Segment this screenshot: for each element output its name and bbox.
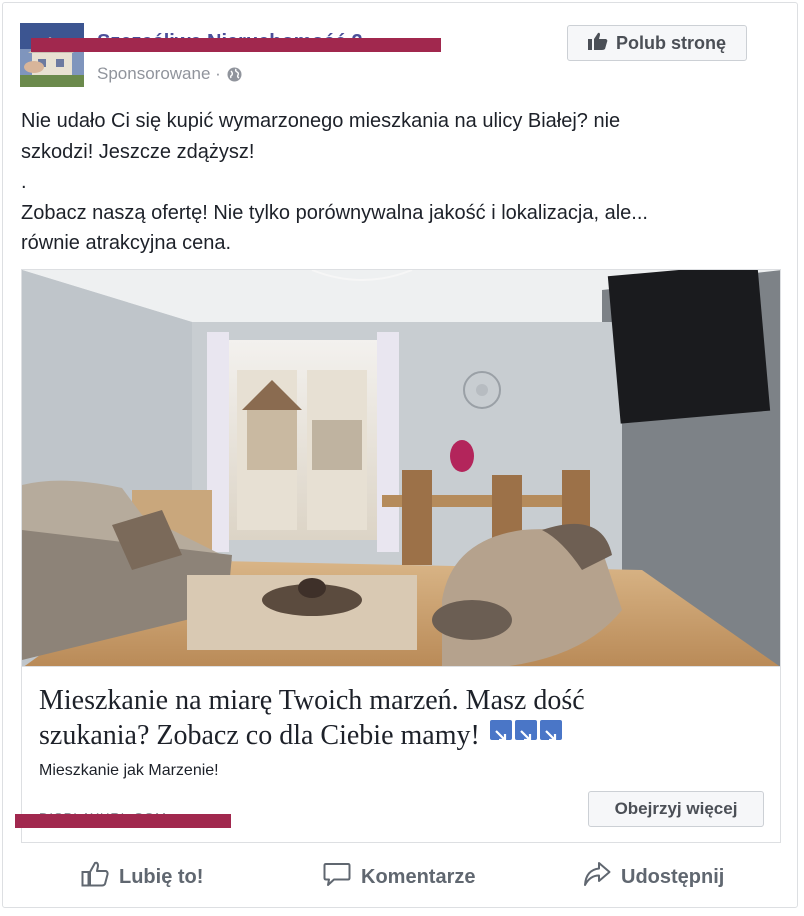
post-text-line: Zobacz naszą ofertę! Nie tylko porównywa… (21, 201, 648, 224)
post-text-line: równie atrakcyjna cena. (21, 232, 232, 254)
arrow-down-right-icon (514, 720, 537, 742)
redaction-bar (31, 38, 441, 52)
globe-icon (227, 67, 242, 82)
headline-line-1: Mieszkanie na miarę Twoich marzeń. Masz … (39, 685, 585, 716)
post-text-line: Nie udało Ci się kupić wymarzonego miesz… (21, 110, 621, 132)
sponsored-label-row: Sponsorowane · (97, 64, 242, 84)
thumbs-up-icon (587, 32, 608, 55)
page-avatar[interactable] (20, 23, 84, 87)
comment-action[interactable]: Komentarze (323, 861, 475, 893)
comment-action-label: Komentarze (361, 865, 476, 888)
arrow-down-right-icon (489, 720, 512, 742)
link-headline[interactable]: Mieszkanie na miarę Twoich marzeń. Masz … (39, 683, 739, 753)
post-text-line: szkodzi! Jeszcze zdążysz! (21, 140, 255, 163)
thumbs-up-icon (81, 861, 109, 893)
link-description: Mieszkanie jak Marzenie! (39, 762, 219, 779)
post-actions-bar: Lubię to! Komentarze Udostępnij (5, 849, 801, 905)
post-message: Nie udało Ci się kupić wymarzonego miesz… (21, 106, 781, 259)
sponsored-label[interactable]: Sponsorowane · (97, 64, 221, 84)
share-icon (583, 861, 611, 893)
sponsored-post-card: Szczęśliwa Nieruchomość 2 Sponsorowane ·… (2, 2, 798, 908)
like-page-button[interactable]: Polub stronę (567, 25, 747, 61)
comment-icon (323, 861, 351, 893)
redaction-bar (15, 814, 231, 828)
like-action[interactable]: Lubię to! (81, 861, 203, 893)
ad-image[interactable] (21, 269, 781, 667)
share-action-label: Udostępnij (621, 865, 725, 888)
headline-line-2: szukania? Zobacz co dla Ciebie mamy! (39, 720, 480, 751)
like-action-label: Lubię to! (119, 865, 204, 888)
see-more-button[interactable]: Obejrzyj więcej (588, 791, 764, 827)
share-action[interactable]: Udostępnij (583, 861, 724, 893)
post-text-line: . (21, 171, 27, 193)
like-page-label: Polub stronę (615, 32, 726, 53)
arrow-down-right-icon (539, 720, 562, 742)
